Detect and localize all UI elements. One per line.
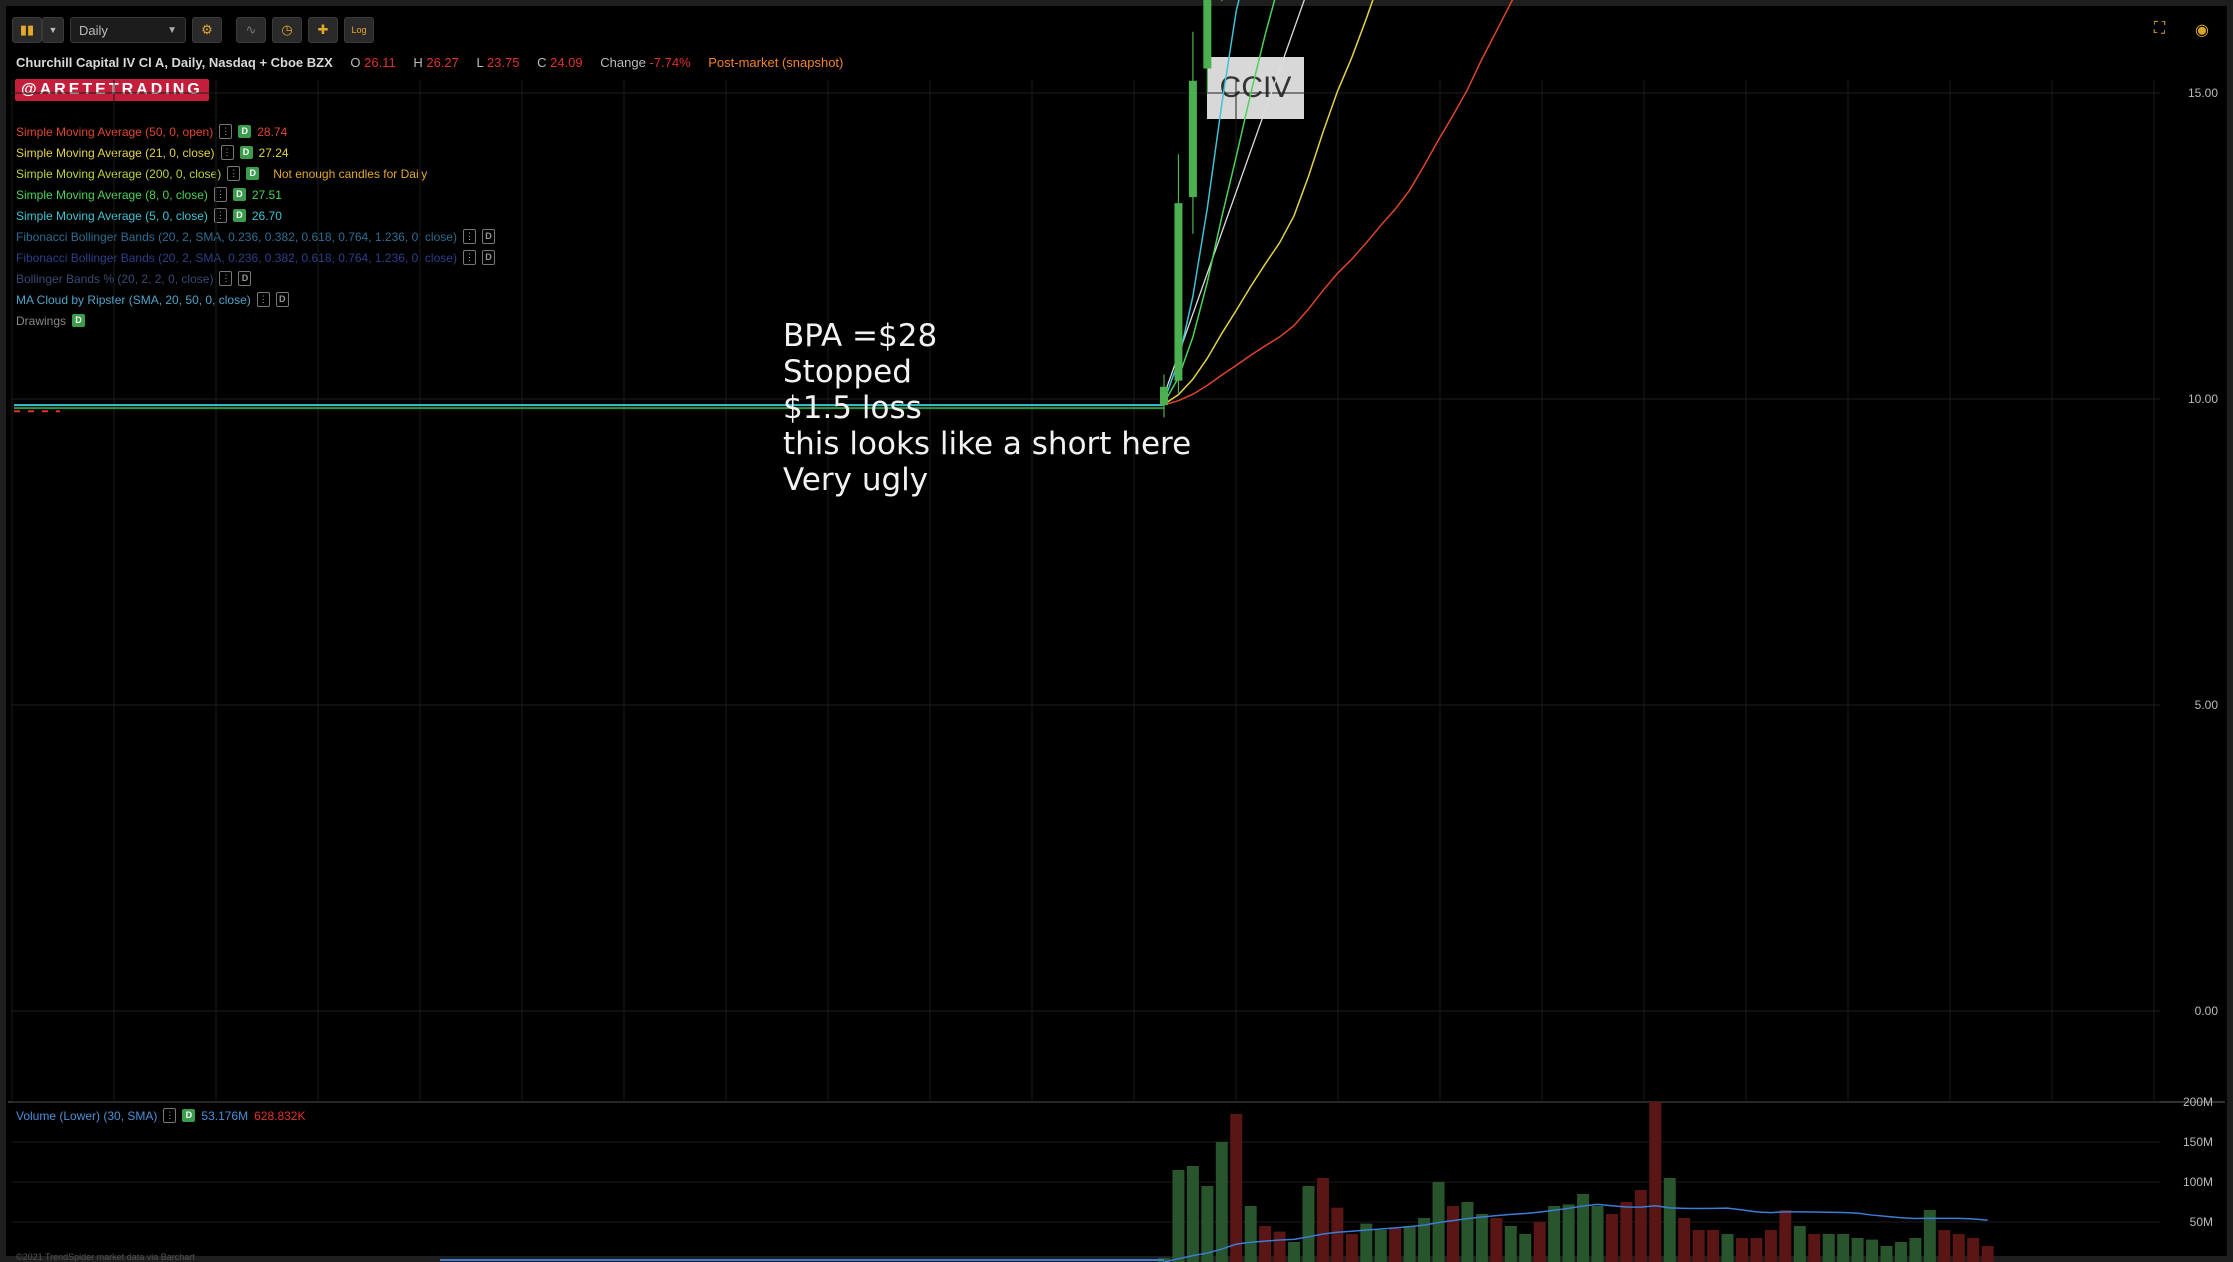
volume-bar [1620, 1202, 1633, 1262]
volume-legend: Volume (Lower) (30, SMA) ⋮ D 53.176M 628… [16, 1108, 305, 1123]
volume-bar [1548, 1206, 1561, 1262]
volume-bar [1880, 1246, 1893, 1262]
volume-bar [1967, 1238, 1980, 1262]
volume-bar [1750, 1238, 1763, 1262]
data-credit: ©2021 TrendSpider market data via Barcha… [16, 1252, 195, 1262]
volume-bar [1562, 1204, 1575, 1262]
sma-50-line [1163, 0, 1514, 406]
volume-bar [1866, 1239, 1879, 1262]
volume-bar [1692, 1230, 1705, 1262]
volume-value: 53.176M [201, 1108, 249, 1123]
price-axis-tick: 5.00 [2195, 698, 2219, 712]
volume-bar [1808, 1234, 1821, 1262]
trade-note-line: Very ugly [783, 462, 929, 498]
volume-bar [1244, 1206, 1257, 1262]
volume-bar [1649, 1102, 1662, 1262]
volume-bar [1504, 1226, 1517, 1262]
trade-note-line: BPA =$28 [783, 318, 938, 354]
volume-bar [1779, 1210, 1792, 1262]
volume-bar [1591, 1206, 1604, 1262]
volume-bar [1764, 1230, 1777, 1262]
volume-bar [1374, 1230, 1387, 1262]
volume-bar [1909, 1238, 1922, 1262]
volume-bar [1519, 1234, 1532, 1262]
trade-note-line: Stopped [783, 354, 912, 390]
volume-bar [1851, 1238, 1864, 1262]
volume-label: Volume (Lower) (30, SMA) [16, 1108, 158, 1123]
volume-bar [1389, 1228, 1402, 1262]
trade-note-line: $1.5 loss [783, 390, 922, 426]
volume-bar [1186, 1166, 1199, 1262]
volume-bar [1952, 1234, 1965, 1262]
volume-bar [1634, 1190, 1647, 1262]
volume-bar [1938, 1230, 1951, 1262]
volume-bar [1678, 1218, 1691, 1262]
volume-bar [1981, 1246, 1994, 1262]
volume-bar [1605, 1214, 1618, 1262]
volume-bar [1230, 1114, 1243, 1262]
volume-bar [1721, 1234, 1734, 1262]
volume-bar [1403, 1226, 1416, 1262]
sma-21-line [1163, 0, 1374, 405]
volume-axis-tick: 50M [2190, 1215, 2213, 1229]
price-axis-tick: 15.00 [2188, 86, 2218, 100]
volume-bar [1447, 1206, 1459, 1262]
volume-info-icon[interactable]: ⋮ [163, 1108, 177, 1123]
volume-bar [1822, 1234, 1835, 1262]
volume-bar [1302, 1186, 1315, 1262]
volume-bar [1707, 1230, 1720, 1262]
volume-bar [1345, 1234, 1358, 1262]
volume-bar [1533, 1222, 1546, 1262]
volume-axis-tick: 100M [2183, 1175, 2213, 1189]
price-axis-tick: 10.00 [2188, 392, 2218, 406]
volume-value-2: 628.832K [254, 1108, 306, 1123]
volume-bar [1894, 1242, 1907, 1262]
volume-bar [1331, 1207, 1344, 1262]
sma-5-line [1163, 0, 1240, 402]
volume-bar [1461, 1202, 1474, 1262]
volume-bar [1736, 1238, 1748, 1262]
volume-bar [1172, 1170, 1185, 1262]
price-chart[interactable]: 75.0070.0065.0060.0055.0050.0045.0040.00… [0, 0, 2233, 1262]
price-axis-tick: 0.00 [2195, 1004, 2219, 1018]
volume-bar [1793, 1226, 1806, 1262]
volume-axis-tick: 150M [2183, 1135, 2213, 1149]
volume-sma-line [1163, 1203, 1988, 1262]
volume-bar [1316, 1178, 1329, 1262]
volume-bar [1288, 1242, 1301, 1262]
volume-bar [1577, 1194, 1590, 1262]
volume-bar [1273, 1231, 1286, 1262]
volume-bar [1215, 1142, 1228, 1262]
volume-bar [1837, 1234, 1850, 1262]
trade-note: BPA =$28 Stopped $1.5 loss this looks like … [783, 318, 1191, 498]
trade-note-line: this looks like a short here [783, 426, 1192, 462]
candle-body [1188, 80, 1197, 198]
volume-axis-tick: 200M [2183, 1095, 2213, 1109]
trend-line [1162, 0, 1305, 400]
sma-8-line [1163, 0, 1276, 404]
volume-daily-badge[interactable]: D [182, 1109, 196, 1122]
volume-bar [1475, 1214, 1488, 1262]
candle-body [1203, 0, 1212, 69]
volume-bar [1490, 1218, 1503, 1262]
volume-bar [1201, 1186, 1214, 1262]
volume-bar [1259, 1226, 1272, 1262]
volume-bar [1663, 1178, 1676, 1262]
